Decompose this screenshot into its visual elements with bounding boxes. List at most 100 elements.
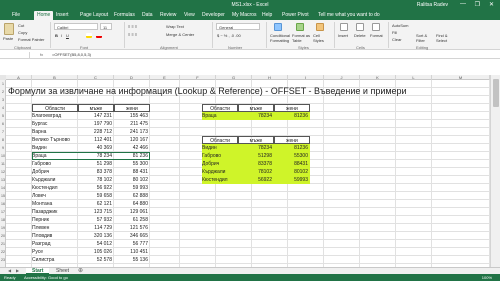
format-table-icon[interactable] <box>296 23 304 31</box>
range-cell-male[interactable]: 56922 <box>238 176 274 184</box>
table-cell-region[interactable]: Разград <box>32 240 78 248</box>
cell-styles-button[interactable]: Cell Styles <box>313 33 329 43</box>
table-cell-region[interactable]: Велико Търново <box>32 136 78 144</box>
tab-my-macros[interactable]: My Macros <box>232 12 256 18</box>
table-cell-region[interactable]: Плевен <box>32 224 78 232</box>
align-top-icon[interactable]: ≡ ≡ ≡ <box>128 24 137 29</box>
table-cell-male[interactable]: 54 012 <box>78 240 114 248</box>
find-select-button[interactable]: Find & Select <box>436 33 454 43</box>
tab-insert[interactable]: Insert <box>56 12 69 18</box>
align-left-icon[interactable]: ≡ ≡ ≡ <box>128 32 137 37</box>
scrollbar-thumb[interactable] <box>493 79 499 107</box>
add-sheet-icon[interactable]: ⊕ <box>78 267 83 274</box>
range-cell-male[interactable]: 83378 <box>238 160 274 168</box>
tab-file[interactable]: File <box>12 12 20 18</box>
table-cell-female[interactable]: 56 777 <box>114 240 150 248</box>
tab-help[interactable]: Help <box>262 12 272 18</box>
table-header-female[interactable]: жени <box>114 104 150 112</box>
table-cell-female[interactable]: 155 463 <box>114 112 150 120</box>
table-cell-region[interactable]: Бургас <box>32 120 78 128</box>
table-cell-region[interactable]: Добрич <box>32 168 78 176</box>
range-cell-region[interactable]: Габрово <box>202 152 238 160</box>
table-cell-male[interactable]: 78 102 <box>78 176 114 184</box>
underline-button[interactable]: U <box>66 33 69 38</box>
fill-button[interactable]: Fill <box>392 30 397 35</box>
lookup-header-region[interactable]: Области <box>202 104 238 112</box>
table-cell-region[interactable]: Пловдив <box>32 232 78 240</box>
cell-styles-icon[interactable] <box>316 23 324 31</box>
table-cell-male[interactable]: 112 401 <box>78 136 114 144</box>
table-cell-female[interactable]: 61 258 <box>114 216 150 224</box>
range-cell-female[interactable]: 80102 <box>274 168 310 176</box>
table-cell-female[interactable]: 110 451 <box>114 248 150 256</box>
clear-button[interactable]: Clear <box>392 37 402 42</box>
table-cell-female[interactable]: 120 167 <box>114 136 150 144</box>
format-button[interactable]: Format <box>370 33 383 38</box>
table-cell-male[interactable]: 105 026 <box>78 248 114 256</box>
range-cell-female[interactable]: 88431 <box>274 160 310 168</box>
range-cell-region[interactable]: Добрич <box>202 160 238 168</box>
italic-button[interactable]: I <box>61 33 62 38</box>
delete-cells-icon[interactable] <box>356 23 364 31</box>
tab-page-layout[interactable]: Page Layout <box>80 12 108 18</box>
table-header-male[interactable]: мъже <box>78 104 114 112</box>
user-name[interactable]: Ralitsa Radev <box>417 2 448 8</box>
tab-view[interactable]: View <box>184 12 195 18</box>
range-cell-region[interactable]: Кърджали <box>202 168 238 176</box>
table-cell-female[interactable]: 129 061 <box>114 208 150 216</box>
range-header-male[interactable]: мъже <box>238 136 274 144</box>
name-box[interactable] <box>2 52 30 58</box>
paste-icon[interactable] <box>4 23 14 35</box>
table-cell-female[interactable]: 64 880 <box>114 200 150 208</box>
tab-scroll-left-icon[interactable]: ◀ <box>8 268 11 273</box>
merge-center-button[interactable]: Merge & Center <box>166 32 194 37</box>
table-cell-region[interactable]: Монтана <box>32 200 78 208</box>
lookup-header-female[interactable]: жени <box>274 104 310 112</box>
number-format-select[interactable]: General <box>216 23 260 30</box>
autosum-button[interactable]: AutoSum <box>392 23 408 28</box>
format-as-table-button[interactable]: Format as Table <box>292 33 312 43</box>
table-cell-male[interactable]: 123 715 <box>78 208 114 216</box>
table-cell-region[interactable]: Ловеч <box>32 192 78 200</box>
range-header-region[interactable]: Области <box>202 136 238 144</box>
table-cell-female[interactable]: 80 102 <box>114 176 150 184</box>
table-cell-female[interactable]: 59 993 <box>114 184 150 192</box>
table-cell-male[interactable]: 197 790 <box>78 120 114 128</box>
tab-review[interactable]: Review <box>160 12 176 18</box>
paste-button[interactable]: Paste <box>3 36 13 41</box>
bold-button[interactable]: B <box>55 33 58 38</box>
table-cell-region[interactable]: Видин <box>32 144 78 152</box>
insert-button[interactable]: Insert <box>338 33 348 38</box>
delete-button[interactable]: Delete <box>354 33 366 38</box>
table-cell-region[interactable]: Благоевград <box>32 112 78 120</box>
range-cell-female[interactable]: 81236 <box>274 144 310 152</box>
conditional-formatting-button[interactable]: Conditional Formatting <box>270 33 292 43</box>
number-format-buttons[interactable]: $ ~ % , .0 .00 <box>217 33 241 38</box>
lookup-result-male[interactable]: 78234 <box>238 112 274 120</box>
conditional-formatting-icon[interactable] <box>274 23 282 31</box>
copy-button[interactable]: Copy <box>18 30 27 35</box>
zoom-level[interactable]: 100% <box>482 275 492 280</box>
table-cell-male[interactable]: 51 298 <box>78 160 114 168</box>
minimize-button[interactable]: — <box>460 1 466 7</box>
table-cell-female[interactable]: 55 136 <box>114 256 150 264</box>
fill-color-icon[interactable] <box>86 33 92 38</box>
table-cell-region[interactable]: Пазарджик <box>32 208 78 216</box>
tab-developer[interactable]: Developer <box>202 12 225 18</box>
table-cell-female[interactable]: 55 300 <box>114 160 150 168</box>
font-color-icon[interactable] <box>96 33 102 38</box>
cut-button[interactable]: Cut <box>18 23 24 28</box>
font-name-select[interactable]: Calibri <box>54 23 98 30</box>
table-cell-region[interactable]: Перник <box>32 216 78 224</box>
table-cell-region[interactable]: Кюстендил <box>32 184 78 192</box>
tab-formulas[interactable]: Formulas <box>114 12 135 18</box>
range-cell-male[interactable]: 78102 <box>238 168 274 176</box>
table-cell-male[interactable]: 52 578 <box>78 256 114 264</box>
tab-home[interactable]: Home <box>34 11 54 20</box>
lookup-header-male[interactable]: мъже <box>238 104 274 112</box>
sheet-heading[interactable]: Формули за извличане на информация (Look… <box>8 86 407 96</box>
vertical-scrollbar[interactable] <box>490 75 500 267</box>
close-button[interactable]: ✕ <box>489 1 494 8</box>
tab-scroll-right-icon[interactable]: ▶ <box>16 268 19 273</box>
range-cell-male[interactable]: 51298 <box>238 152 274 160</box>
